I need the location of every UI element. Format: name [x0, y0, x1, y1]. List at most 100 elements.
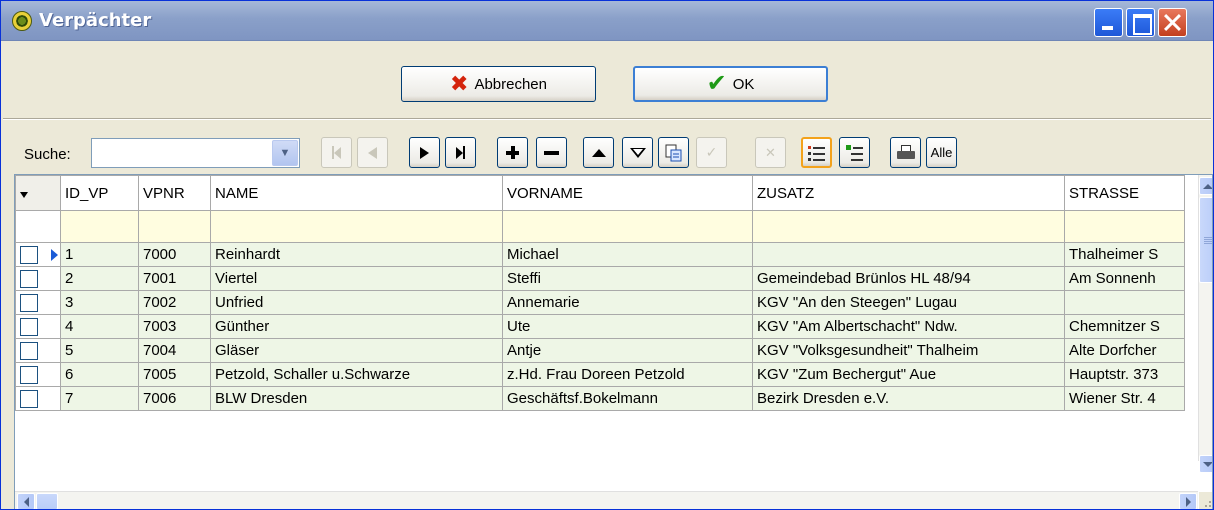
- cell-vpnr[interactable]: 7006: [138, 386, 211, 411]
- column-header-vpnr[interactable]: VPNR: [138, 175, 211, 211]
- cancel-edit-button[interactable]: ✕: [755, 137, 786, 168]
- cell-zusatz[interactable]: KGV "Volksgesundheit" Thalheim: [752, 338, 1065, 363]
- cell-name[interactable]: Viertel: [210, 266, 503, 291]
- edit-record-button[interactable]: [583, 137, 614, 168]
- cell-vpnr[interactable]: 7002: [138, 290, 211, 315]
- cell-strasse[interactable]: Am Sonnenh: [1064, 266, 1185, 291]
- table-row[interactable]: 5 7004 Gläser Antje KGV "Volksgesundheit" Th…: [15, 338, 1185, 363]
- cell-vorname[interactable]: Annemarie: [502, 290, 753, 315]
- grid-corner[interactable]: [15, 175, 61, 211]
- add-list-button[interactable]: [839, 137, 870, 168]
- cell-name[interactable]: Reinhardt: [210, 242, 503, 267]
- table-row[interactable]: 3 7002 Unfried Annemarie KGV "An den Steegen…: [15, 290, 1185, 315]
- cell-zusatz[interactable]: Gemeindebad Brünlos HL 48/94: [752, 266, 1065, 291]
- insert-record-button[interactable]: [497, 137, 528, 168]
- cell-vpnr[interactable]: 7004: [138, 338, 211, 363]
- row-checkbox[interactable]: [20, 318, 38, 336]
- cell-zusatz[interactable]: Bezirk Dresden e.V.: [752, 386, 1065, 411]
- scroll-left-button[interactable]: [17, 493, 35, 509]
- select-list-button[interactable]: [801, 137, 832, 168]
- cell-vpnr[interactable]: 7003: [138, 314, 211, 339]
- filter-cell-vpnr[interactable]: [138, 210, 211, 243]
- table-row[interactable]: 1 7000 Reinhardt Michael Thalheimer S: [15, 242, 1185, 267]
- cell-id-vp[interactable]: 3: [60, 290, 139, 315]
- column-header-vorname[interactable]: VORNAME: [502, 175, 753, 211]
- cell-vpnr[interactable]: 7001: [138, 266, 211, 291]
- table-row[interactable]: 7 7006 BLW Dresden Geschäftsf.Bokelmann Bezi…: [15, 386, 1185, 411]
- cell-name[interactable]: BLW Dresden: [210, 386, 503, 411]
- cell-zusatz[interactable]: KGV "An den Steegen" Lugau: [752, 290, 1065, 315]
- row-selector[interactable]: [15, 290, 61, 315]
- cell-strasse[interactable]: Alte Dorfcher: [1064, 338, 1185, 363]
- resize-grip[interactable]: [1199, 492, 1212, 509]
- last-record-button[interactable]: [445, 137, 476, 168]
- cell-vorname[interactable]: z.Hd. Frau Doreen Petzold: [502, 362, 753, 387]
- minimize-button[interactable]: [1094, 8, 1123, 37]
- cell-vpnr[interactable]: 7005: [138, 362, 211, 387]
- cell-zusatz[interactable]: [752, 242, 1065, 267]
- row-selector[interactable]: [15, 362, 61, 387]
- cell-zusatz[interactable]: KGV "Am Albertschacht" Ndw.: [752, 314, 1065, 339]
- table-row[interactable]: 2 7001 Viertel Steffi Gemeindebad Brünlos HL…: [15, 266, 1185, 291]
- column-header-zusatz[interactable]: ZUSATZ: [752, 175, 1065, 211]
- row-checkbox[interactable]: [20, 270, 38, 288]
- row-selector[interactable]: [15, 266, 61, 291]
- post-button[interactable]: ✓: [696, 137, 727, 168]
- table-row[interactable]: 4 7003 Günther Ute KGV "Am Albertschacht" Nd…: [15, 314, 1185, 339]
- cell-vpnr[interactable]: 7000: [138, 242, 211, 267]
- row-checkbox[interactable]: [20, 294, 38, 312]
- prev-record-button[interactable]: [357, 137, 388, 168]
- title-bar[interactable]: Verpächter: [1, 1, 1213, 41]
- cell-zusatz[interactable]: KGV "Zum Bechergut" Aue: [752, 362, 1065, 387]
- cell-vorname[interactable]: Geschäftsf.Bokelmann: [502, 386, 753, 411]
- column-header-name[interactable]: NAME: [210, 175, 503, 211]
- cell-name[interactable]: Unfried: [210, 290, 503, 315]
- cell-name[interactable]: Günther: [210, 314, 503, 339]
- row-selector[interactable]: [15, 338, 61, 363]
- cell-id-vp[interactable]: 4: [60, 314, 139, 339]
- data-grid[interactable]: ID_VP VPNR NAME VORNAME ZUSATZ STRASSE 1…: [14, 174, 1213, 509]
- maximize-button[interactable]: [1126, 8, 1155, 37]
- ok-button[interactable]: ✔ OK: [633, 66, 828, 102]
- row-checkbox[interactable]: [20, 390, 38, 408]
- row-selector[interactable]: [15, 386, 61, 411]
- row-selector[interactable]: [15, 314, 61, 339]
- horizontal-scrollbar[interactable]: [15, 491, 1198, 509]
- row-selector[interactable]: [15, 242, 61, 267]
- column-header-strasse[interactable]: STRASSE: [1064, 175, 1185, 211]
- scroll-up-button[interactable]: [1199, 177, 1212, 195]
- scroll-down-button[interactable]: [1199, 455, 1212, 473]
- chevron-down-icon[interactable]: ▼: [272, 140, 298, 166]
- cell-vorname[interactable]: Steffi: [502, 266, 753, 291]
- cell-strasse[interactable]: Hauptstr. 373: [1064, 362, 1185, 387]
- delete-record-button[interactable]: [536, 137, 567, 168]
- cell-id-vp[interactable]: 1: [60, 242, 139, 267]
- horizontal-scroll-thumb[interactable]: [36, 493, 58, 509]
- cell-vorname[interactable]: Michael: [502, 242, 753, 267]
- cell-vorname[interactable]: Ute: [502, 314, 753, 339]
- filter-cell-strasse[interactable]: [1064, 210, 1185, 243]
- cell-strasse[interactable]: Chemnitzer S: [1064, 314, 1185, 339]
- all-button[interactable]: Alle: [926, 137, 957, 168]
- cancel-button[interactable]: ✖ Abbrechen: [401, 66, 596, 102]
- copy-button[interactable]: [658, 137, 689, 168]
- cell-strasse[interactable]: Thalheimer S: [1064, 242, 1185, 267]
- filter-cell-zusatz[interactable]: [752, 210, 1065, 243]
- cell-id-vp[interactable]: 5: [60, 338, 139, 363]
- filter-cell-name[interactable]: [210, 210, 503, 243]
- search-combobox[interactable]: ▼: [91, 138, 300, 168]
- close-button[interactable]: [1158, 8, 1187, 37]
- row-checkbox[interactable]: [20, 246, 38, 264]
- row-checkbox[interactable]: [20, 366, 38, 384]
- cell-id-vp[interactable]: 7: [60, 386, 139, 411]
- cell-id-vp[interactable]: 6: [60, 362, 139, 387]
- cell-id-vp[interactable]: 2: [60, 266, 139, 291]
- print-button[interactable]: [890, 137, 921, 168]
- next-record-button[interactable]: [409, 137, 440, 168]
- scroll-right-button[interactable]: [1179, 493, 1197, 509]
- filter-cell-vorname[interactable]: [502, 210, 753, 243]
- filter-button[interactable]: [622, 137, 653, 168]
- first-record-button[interactable]: [321, 137, 352, 168]
- cell-vorname[interactable]: Antje: [502, 338, 753, 363]
- cell-name[interactable]: Petzold, Schaller u.Schwarze: [210, 362, 503, 387]
